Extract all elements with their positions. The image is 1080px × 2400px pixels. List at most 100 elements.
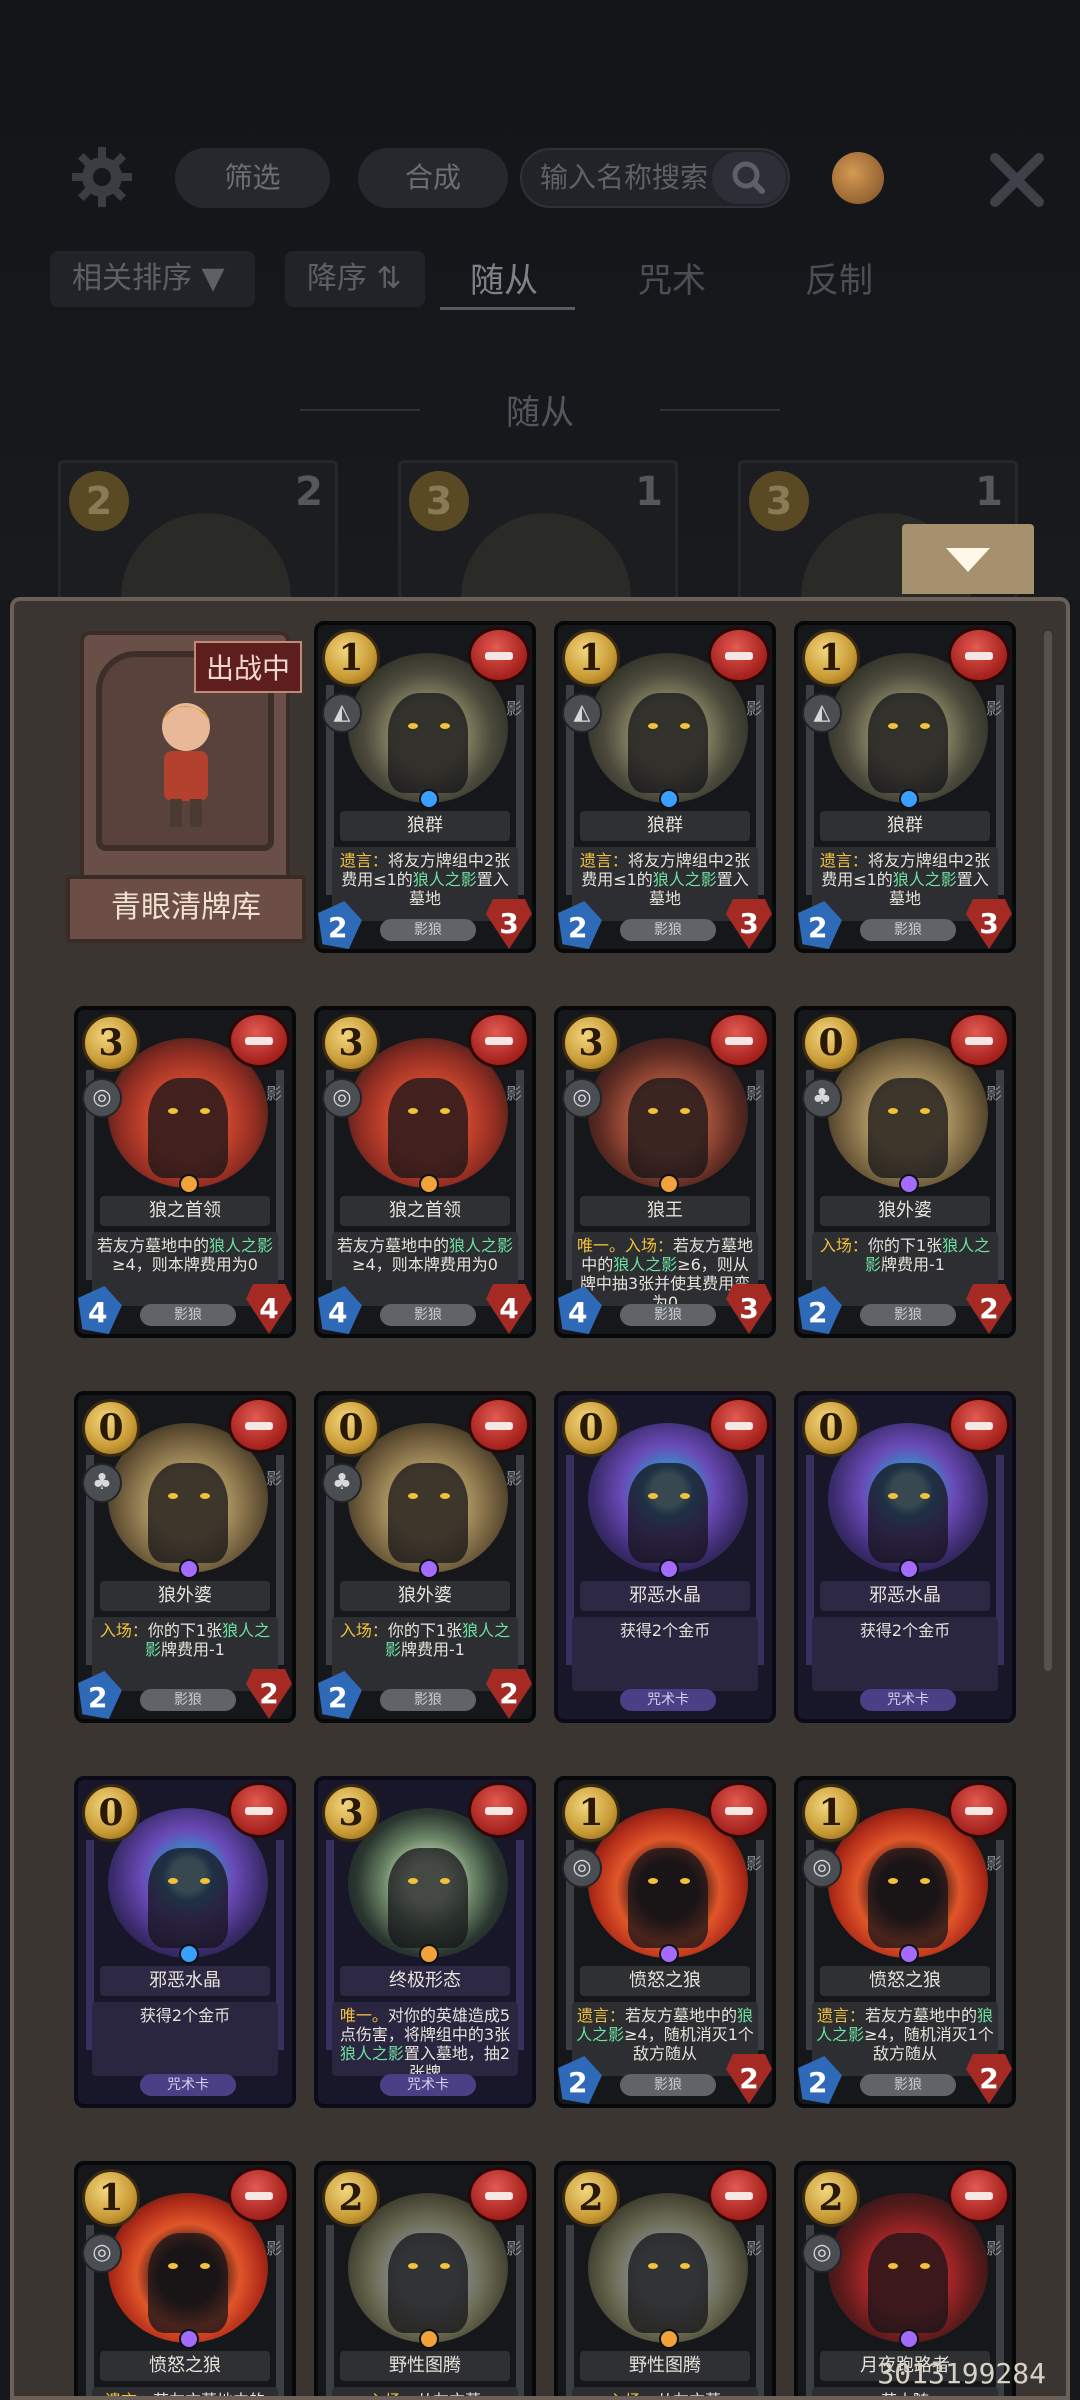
card-text: 若友方墓地中的 <box>96 1236 209 1255</box>
card-art-eye <box>408 1493 418 1499</box>
card-wolfpack2[interactable]: 1 影 ◭ 狼群 遗言：将友方牌组中2张费用≤1的狼人之影置入墓地 2 3 影狼 <box>554 621 776 953</box>
remove-card-button[interactable] <box>468 1012 530 1068</box>
card-count: 2 <box>295 469 323 515</box>
card-text: 若友方墓地中的 <box>624 2006 737 2025</box>
card-cost: 1 <box>802 1784 860 1842</box>
rarity-gem-icon <box>179 1174 199 1194</box>
remove-card-button[interactable] <box>708 2167 770 2223</box>
remove-card-button[interactable] <box>948 1012 1010 1068</box>
remove-card-button[interactable] <box>228 1012 290 1068</box>
card-art-eye <box>168 1878 178 1884</box>
card-ultimate[interactable]: 3 终极形态 唯一。对你的英雄造成5点伤害，将牌组中的3张狼人之影置入墓地，抽2张牌… <box>314 1776 536 2108</box>
collapse-panel-button[interactable] <box>902 524 1034 594</box>
card-leader2[interactable]: 3 影 ◎ 狼之首领 若友方墓地中的狼人之影≥4，则本牌费用为0 4 4 影狼 <box>314 1006 536 1338</box>
top-toolbar: 筛选 合成 输入名称搜索 相关排序 ▼ 降序 ⇅ 随从 咒术 反制 随从 2 2… <box>0 0 1080 600</box>
remove-card-button[interactable] <box>468 1782 530 1838</box>
card-text-end: 牌费用-1 <box>161 1640 225 1659</box>
rarity-gem-icon <box>899 2329 919 2349</box>
card-granny1[interactable]: 0 影 ♣ 狼外婆 入场：你的下1张狼人之影牌费用-1 2 2 影狼 <box>794 1006 1016 1338</box>
sort-arrows-icon: ⇅ <box>376 261 402 296</box>
card-tribe-tag: 影 <box>505 1084 522 1103</box>
card-cost: 0 <box>82 1784 140 1842</box>
card-cost: 0 <box>802 1014 860 1072</box>
gear-icon[interactable] <box>70 145 134 209</box>
remove-card-button[interactable] <box>948 1397 1010 1453</box>
card-tribe-tag: 影 <box>745 699 762 718</box>
remove-card-button[interactable] <box>468 2167 530 2223</box>
card-angry2[interactable]: 1 影 ◎ 愤怒之狼 遗言：若友方墓地中的狼人之影≥4，随机消灭1个敌方随从 2 2 影狼 <box>794 1776 1016 2108</box>
card-text-end: 牌费用-1 <box>881 1255 945 1274</box>
card-keyword: 遗言： <box>816 2006 865 2025</box>
card-keyword: 入场： <box>819 1236 868 1255</box>
dropdown-triangle-icon: ▼ <box>201 261 225 296</box>
search-button[interactable] <box>712 152 786 204</box>
background-card[interactable]: 3 1 <box>398 460 678 600</box>
card-keyword-icon: ◭ <box>562 693 602 733</box>
card-crystal1[interactable]: 0 邪恶水晶 获得2个金币 咒术卡 <box>554 1391 776 1723</box>
card-wolfking[interactable]: 3 影 ◎ 狼王 唯一。入场：若友方墓地中的狼人之影≥6，则从牌中抽3张并使其费用变为0… <box>554 1006 776 1338</box>
card-totem1[interactable]: 2 影野性图腾入场：从友方墓 <box>314 2161 536 2396</box>
card-art <box>461 513 631 597</box>
card-cost: 1 <box>562 1784 620 1842</box>
remove-card-button[interactable] <box>948 627 1010 683</box>
card-cost: 2 <box>562 2169 620 2227</box>
card-type-label: 影狼 <box>620 919 716 941</box>
card-crystal2[interactable]: 0 邪恶水晶 获得2个金币 咒术卡 <box>794 1391 1016 1723</box>
card-totem2[interactable]: 2 影野性图腾入场：从友方墓 <box>554 2161 776 2396</box>
remove-card-button[interactable] <box>468 627 530 683</box>
background-card[interactable]: 2 2 <box>58 460 338 600</box>
close-icon[interactable] <box>985 148 1049 212</box>
scrollbar[interactable] <box>1044 631 1052 1671</box>
rarity-gem-icon <box>179 1944 199 1964</box>
card-wolfpack3[interactable]: 1 影 ◭ 狼群 遗言：将友方牌组中2张费用≤1的狼人之影置入墓地 2 3 影狼 <box>794 621 1016 953</box>
remove-card-button[interactable] <box>228 2167 290 2223</box>
remove-card-button[interactable] <box>708 627 770 683</box>
rarity-gem-icon <box>899 1174 919 1194</box>
card-tribe-tag: 影 <box>505 1469 522 1488</box>
card-cost: 1 <box>802 629 860 687</box>
card-health: 4 <box>486 1284 532 1334</box>
descending-sort-button[interactable]: 降序 ⇅ <box>285 251 425 307</box>
remove-card-button[interactable] <box>948 1782 1010 1838</box>
card-art-figure <box>148 1848 228 1948</box>
card-granny2[interactable]: 0 影 ♣ 狼外婆 入场：你的下1张狼人之影牌费用-1 2 2 影狼 <box>74 1391 296 1723</box>
card-angry1[interactable]: 1 影 ◎ 愤怒之狼 遗言：若友方墓地中的狼人之影≥4，随机消灭1个敌方随从 2 2 影狼 <box>554 1776 776 2108</box>
card-name: 邪恶水晶 <box>820 1581 990 1611</box>
coin-icon[interactable] <box>832 152 884 204</box>
search-input[interactable]: 输入名称搜索 <box>520 148 790 208</box>
card-name: 终极形态 <box>340 1966 510 1996</box>
card-count: 1 <box>975 469 1003 515</box>
card-tribe-tag: 影 <box>745 2239 762 2258</box>
card-leader1[interactable]: 3 影 ◎ 狼之首领 若友方墓地中的狼人之影≥4，则本牌费用为0 4 4 影狼 <box>74 1006 296 1338</box>
card-angry3[interactable]: 1 影 ◎ 愤怒之狼遗言：若友方墓地中的 <box>74 2161 296 2396</box>
card-health: 3 <box>726 899 772 949</box>
card-health: 2 <box>486 1669 532 1719</box>
remove-card-button[interactable] <box>708 1012 770 1068</box>
relevance-sort-button[interactable]: 相关排序 ▼ <box>50 251 255 307</box>
card-count: 1 <box>635 469 663 515</box>
card-art-eye <box>920 1493 930 1499</box>
craft-button[interactable]: 合成 <box>358 148 508 208</box>
tab-minions[interactable]: 随从 <box>470 253 538 302</box>
card-art-figure <box>868 693 948 793</box>
remove-card-button[interactable] <box>228 1782 290 1838</box>
remove-card-button[interactable] <box>468 1397 530 1453</box>
card-granny3[interactable]: 0 影 ♣ 狼外婆 入场：你的下1张狼人之影牌费用-1 2 2 影狼 <box>314 1391 536 1723</box>
search-icon <box>732 161 765 194</box>
remove-card-button[interactable] <box>708 1397 770 1453</box>
card-description: 入场：从友方墓 <box>332 2387 518 2396</box>
tab-spells[interactable]: 咒术 <box>638 253 706 302</box>
tab-counters[interactable]: 反制 <box>805 253 873 302</box>
card-keyword-icon: ◎ <box>802 2233 842 2273</box>
card-wolfpack1[interactable]: 1 影 ◭ 狼群 遗言：将友方牌组中2张费用≤1的狼人之影置入墓地 2 3 影狼 <box>314 621 536 953</box>
card-keyword-icon: ◎ <box>82 2233 122 2273</box>
card-cost: 1 <box>82 2169 140 2227</box>
filter-button[interactable]: 筛选 <box>175 148 330 208</box>
remove-card-button[interactable] <box>228 1397 290 1453</box>
card-cost: 0 <box>322 1399 380 1457</box>
deck-box[interactable]: 出战中 青眼清牌库 <box>66 621 306 943</box>
card-type-label: 咒术卡 <box>380 2074 476 2096</box>
remove-card-button[interactable] <box>708 1782 770 1838</box>
remove-card-button[interactable] <box>948 2167 1010 2223</box>
card-crystal3[interactable]: 0 邪恶水晶 获得2个金币 咒术卡 <box>74 1776 296 2108</box>
